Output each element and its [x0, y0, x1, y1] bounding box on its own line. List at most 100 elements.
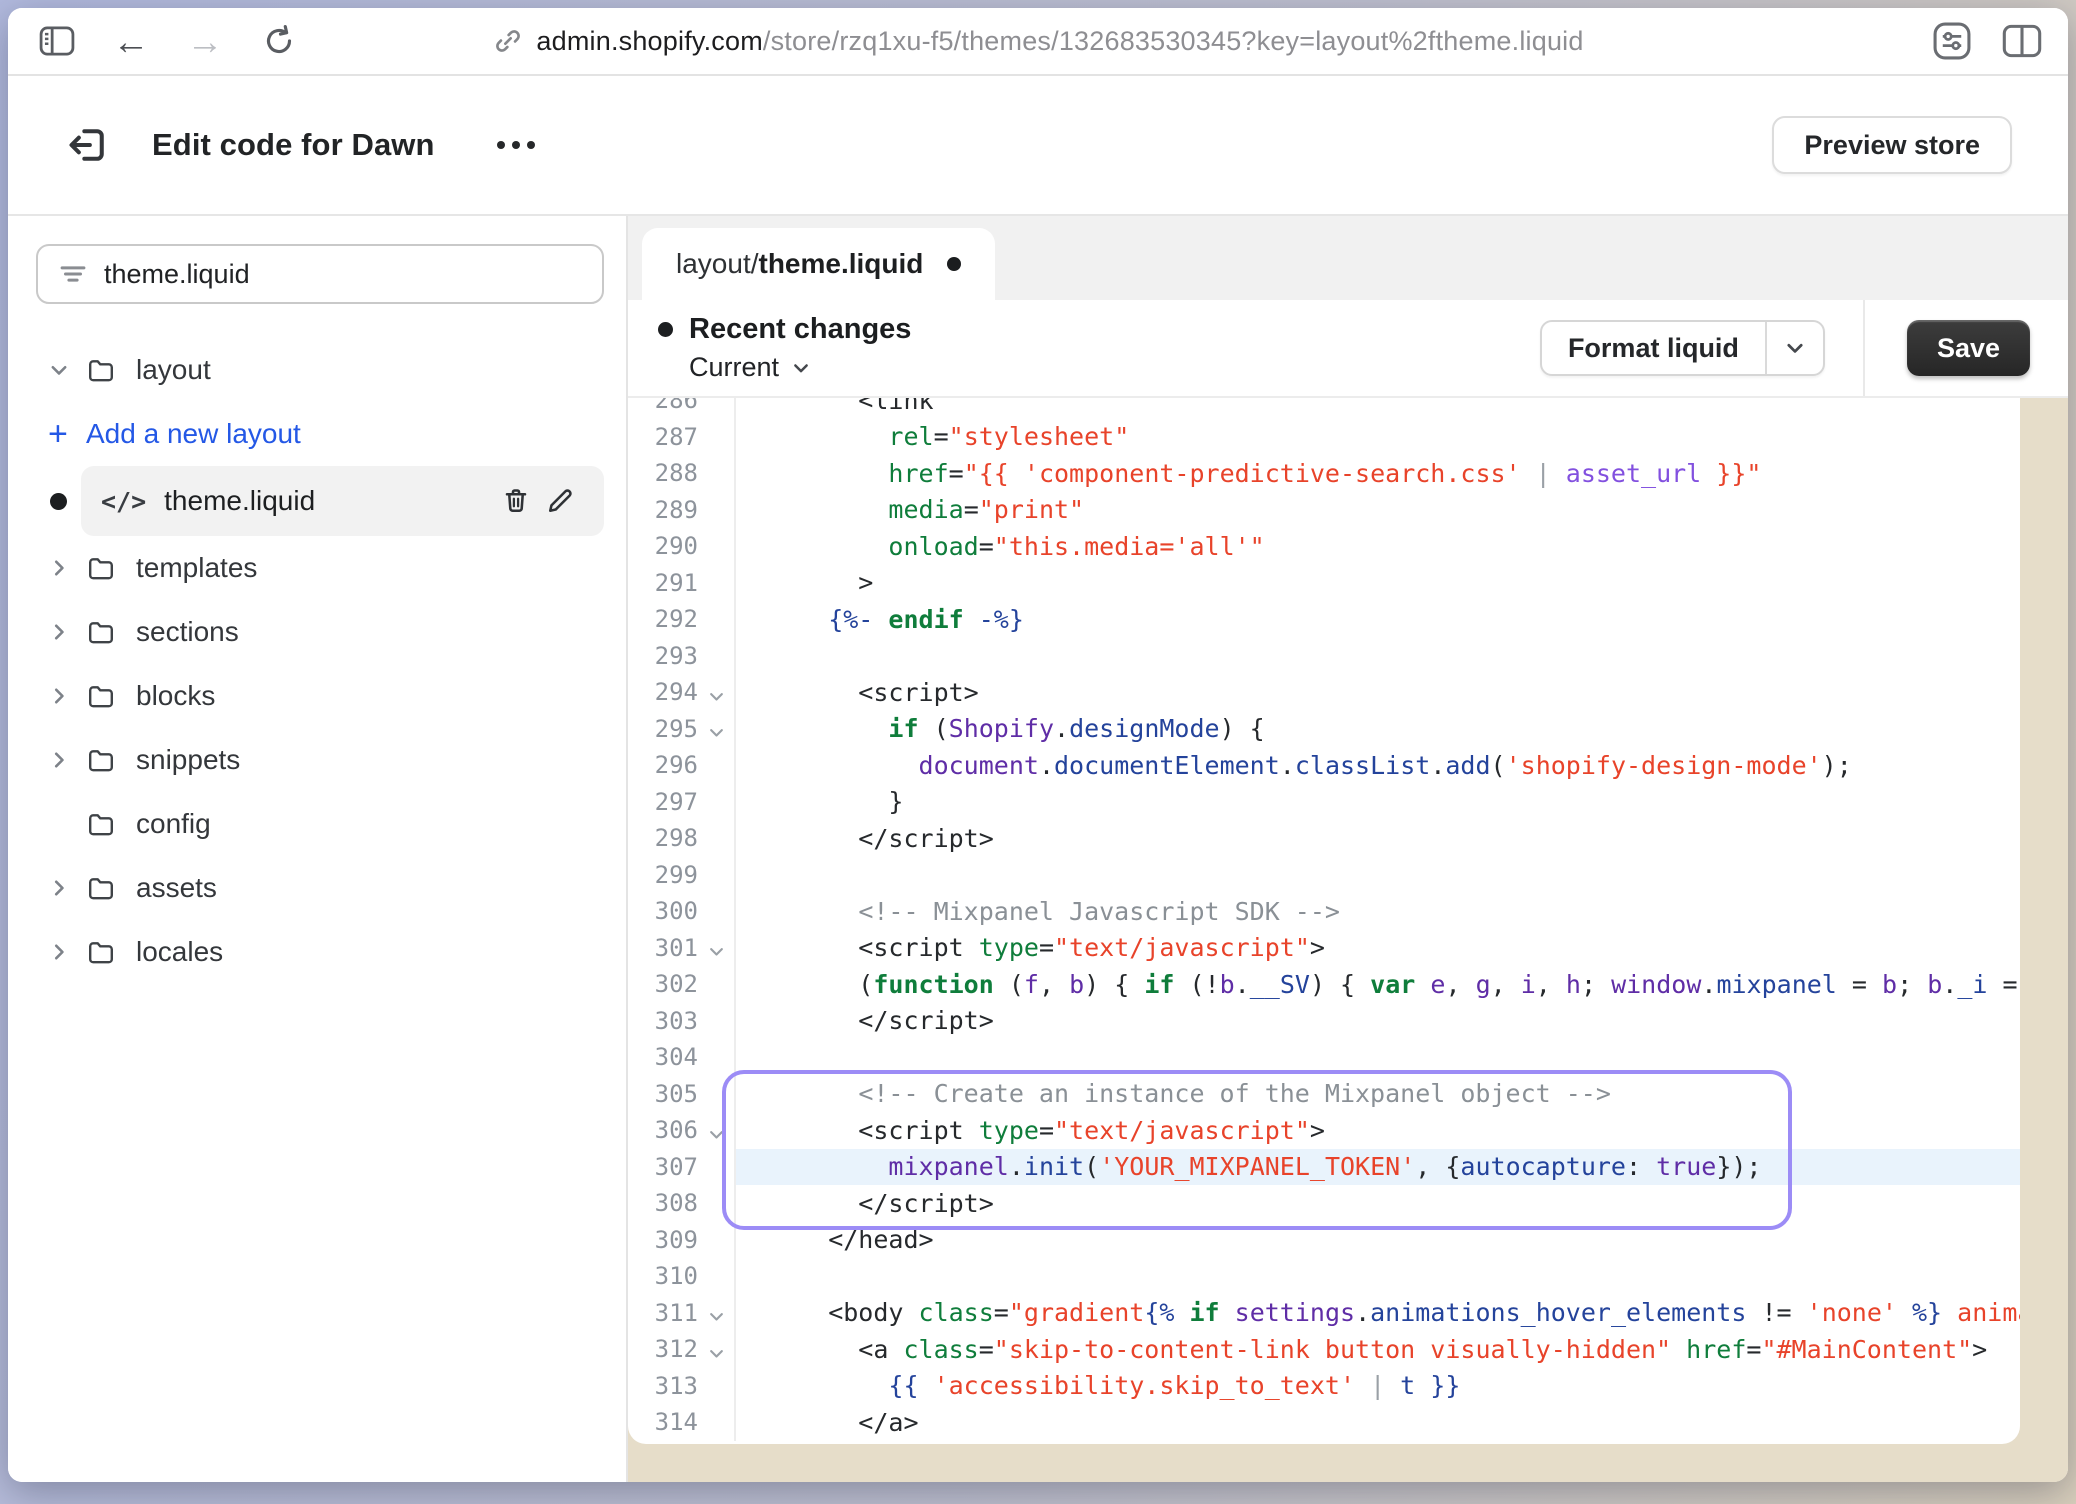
chevron-right-icon[interactable]: [36, 557, 86, 579]
code-line-306[interactable]: 306 <script type="text/javascript">: [628, 1112, 2020, 1149]
code-text[interactable]: </head>: [734, 1222, 2020, 1259]
line-number[interactable]: 308: [628, 1189, 698, 1217]
tree-item-blocks[interactable]: blocks: [36, 664, 604, 728]
line-number[interactable]: 313: [628, 1372, 698, 1400]
chevron-right-icon[interactable]: [36, 941, 86, 963]
code-line-310[interactable]: 310: [628, 1258, 2020, 1295]
code-text[interactable]: document.documentElement.classList.add('…: [734, 747, 2020, 784]
code-line-303[interactable]: 303 </script>: [628, 1003, 2020, 1040]
code-text[interactable]: rel="stylesheet": [734, 419, 2020, 456]
code-text[interactable]: <script type="text/javascript">: [734, 1112, 2020, 1149]
delete-file-button[interactable]: [494, 486, 538, 516]
code-line-287[interactable]: 287 rel="stylesheet": [628, 419, 2020, 456]
code-text[interactable]: >: [734, 565, 2020, 602]
code-text[interactable]: <!-- Create an instance of the Mixpanel …: [734, 1076, 2020, 1113]
code-line-299[interactable]: 299: [628, 857, 2020, 894]
tree-item-templates[interactable]: templates: [36, 536, 604, 600]
code-text[interactable]: <!-- Mixpanel Javascript SDK -->: [734, 893, 2020, 930]
code-text[interactable]: [734, 1039, 2020, 1076]
line-number[interactable]: 294: [628, 678, 698, 706]
code-line-289[interactable]: 289 media="print": [628, 492, 2020, 529]
code-text[interactable]: </script>: [734, 820, 2020, 857]
code-line-309[interactable]: 309 </head>: [628, 1222, 2020, 1259]
line-number[interactable]: 296: [628, 751, 698, 779]
code-text[interactable]: onload="this.media='all'": [734, 528, 2020, 565]
tree-item-snippets[interactable]: snippets: [36, 728, 604, 792]
chevron-right-icon[interactable]: [36, 749, 86, 771]
code-text[interactable]: media="print": [734, 492, 2020, 529]
code-line-292[interactable]: 292 {%- endif -%}: [628, 601, 2020, 638]
code-text[interactable]: </script>: [734, 1185, 2020, 1222]
code-line-312[interactable]: 312 <a class="skip-to-content-link butto…: [628, 1331, 2020, 1368]
format-liquid-button[interactable]: Format liquid: [1542, 322, 1765, 374]
rename-file-button[interactable]: [538, 486, 582, 516]
code-text[interactable]: if (Shopify.designMode) {: [734, 711, 2020, 748]
tree-item-locales[interactable]: locales: [36, 920, 604, 984]
chevron-right-icon[interactable]: [36, 685, 86, 707]
exit-editor-icon[interactable]: [60, 117, 116, 173]
code-text[interactable]: [734, 857, 2020, 894]
extensions-icon[interactable]: [1932, 21, 1972, 61]
code-line-307[interactable]: 307 mixpanel.init('YOUR_MIXPANEL_TOKEN',…: [628, 1149, 2020, 1186]
line-number[interactable]: 297: [628, 788, 698, 816]
line-number[interactable]: 298: [628, 824, 698, 852]
code-line-301[interactable]: 301 <script type="text/javascript">: [628, 930, 2020, 967]
line-number[interactable]: 306: [628, 1116, 698, 1144]
chevron-right-icon[interactable]: [36, 621, 86, 643]
code-line-314[interactable]: 314 </a>: [628, 1404, 2020, 1441]
code-line-298[interactable]: 298 </script>: [628, 820, 2020, 857]
fold-caret[interactable]: [698, 1117, 734, 1144]
code-line-302[interactable]: 302 (function (f, b) { if (!b.__SV) { va…: [628, 966, 2020, 1003]
code-line-300[interactable]: 300 <!-- Mixpanel Javascript SDK -->: [628, 893, 2020, 930]
chevron-down-icon[interactable]: [36, 359, 86, 381]
search-input[interactable]: [104, 259, 582, 290]
code-line-297[interactable]: 297 }: [628, 784, 2020, 821]
code-text[interactable]: mixpanel.init('YOUR_MIXPANEL_TOKEN', {au…: [734, 1149, 2020, 1186]
fold-caret[interactable]: [698, 1299, 734, 1326]
tree-item-theme-liquid[interactable]: </>theme.liquid: [36, 466, 604, 536]
preview-store-button[interactable]: Preview store: [1772, 116, 2012, 174]
code-text[interactable]: <a class="skip-to-content-link button vi…: [734, 1331, 2020, 1368]
line-number[interactable]: 288: [628, 459, 698, 487]
code-line-286[interactable]: 286 <link: [628, 398, 2020, 419]
code-text[interactable]: {{ 'accessibility.skip_to_text' | t }}: [734, 1368, 2020, 1405]
code-text[interactable]: <script type="text/javascript">: [734, 930, 2020, 967]
tree-item-assets[interactable]: assets: [36, 856, 604, 920]
version-dropdown[interactable]: Current: [689, 352, 911, 383]
address-bar[interactable]: admin.shopify.com/store/rzq1xu-f5/themes…: [8, 25, 2068, 57]
tree-item-add-a-new-layout[interactable]: +Add a new layout: [36, 402, 604, 466]
fold-caret[interactable]: [698, 934, 734, 961]
code-line-305[interactable]: 305 <!-- Create an instance of the Mixpa…: [628, 1076, 2020, 1113]
code-line-293[interactable]: 293: [628, 638, 2020, 675]
code-line-304[interactable]: 304: [628, 1039, 2020, 1076]
line-number[interactable]: 287: [628, 423, 698, 451]
line-number[interactable]: 314: [628, 1408, 698, 1436]
code-text[interactable]: [734, 1258, 2020, 1295]
code-line-290[interactable]: 290 onload="this.media='all'": [628, 528, 2020, 565]
chevron-right-icon[interactable]: [36, 877, 86, 899]
line-number[interactable]: 307: [628, 1153, 698, 1181]
line-number[interactable]: 299: [628, 861, 698, 889]
line-number[interactable]: 289: [628, 496, 698, 524]
code-text[interactable]: <script>: [734, 674, 2020, 711]
code-text[interactable]: </a>: [734, 1404, 2020, 1441]
code-text[interactable]: {%- endif -%}: [734, 601, 2020, 638]
code-line-313[interactable]: 313 {{ 'accessibility.skip_to_text' | t …: [628, 1368, 2020, 1405]
code-text[interactable]: </script>: [734, 1003, 2020, 1040]
sidebar-toggle-icon[interactable]: [34, 21, 80, 61]
code-text[interactable]: <link: [734, 398, 2020, 419]
line-number[interactable]: 291: [628, 569, 698, 597]
selected-file-row[interactable]: </>theme.liquid: [81, 466, 604, 536]
fold-caret[interactable]: [698, 715, 734, 742]
line-number[interactable]: 302: [628, 970, 698, 998]
line-number[interactable]: 295: [628, 715, 698, 743]
line-number[interactable]: 303: [628, 1007, 698, 1035]
code-line-288[interactable]: 288 href="{{ 'component-predictive-searc…: [628, 455, 2020, 492]
code-text[interactable]: (function (f, b) { if (!b.__SV) { var e,…: [734, 966, 2020, 1003]
forward-button[interactable]: →: [182, 21, 228, 61]
line-number[interactable]: 304: [628, 1043, 698, 1071]
tab-theme-liquid[interactable]: layout/theme.liquid: [642, 228, 995, 300]
code-line-295[interactable]: 295 if (Shopify.designMode) {: [628, 711, 2020, 748]
code-text[interactable]: }: [734, 784, 2020, 821]
code-text[interactable]: href="{{ 'component-predictive-search.cs…: [734, 455, 2020, 492]
